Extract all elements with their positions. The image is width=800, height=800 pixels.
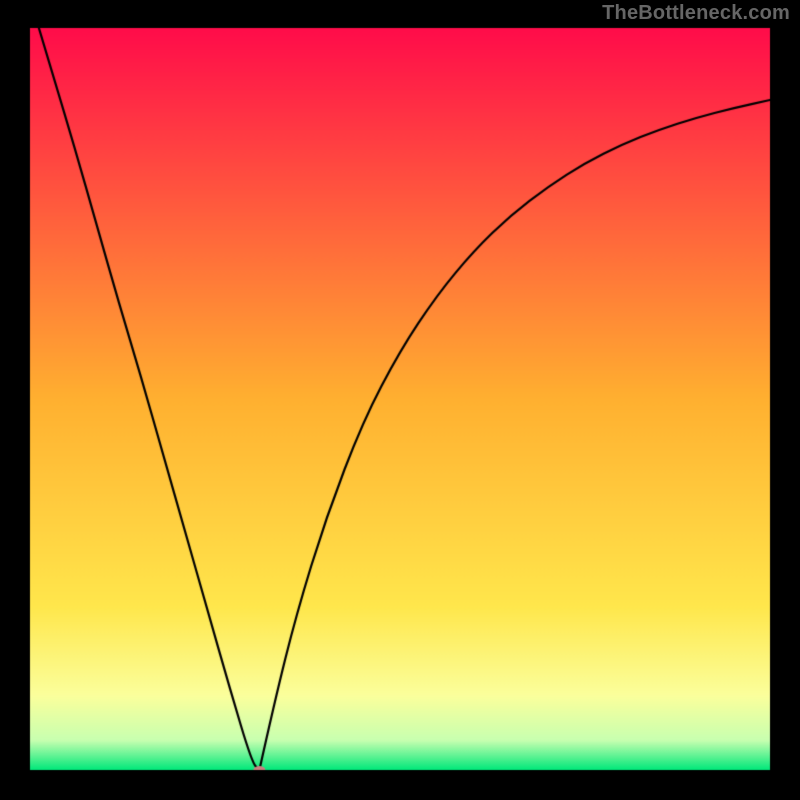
watermark-text: TheBottleneck.com [602, 2, 790, 25]
bottleneck-chart [0, 0, 800, 800]
